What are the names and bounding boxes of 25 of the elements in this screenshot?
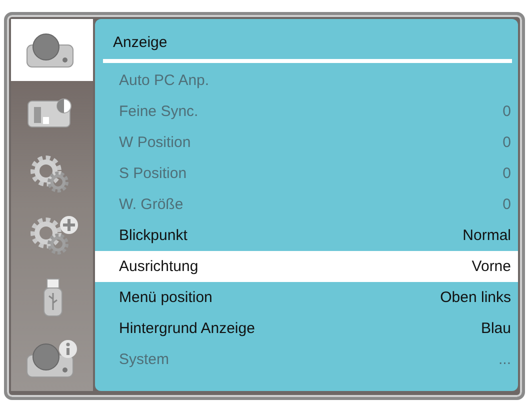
panel-title: Anzeige xyxy=(112,33,168,53)
row-label: Feine Sync. xyxy=(119,103,198,120)
row-value: Vorne xyxy=(472,258,511,275)
menu-row[interactable]: Hintergrund Anzeige Blau xyxy=(95,313,518,344)
menu-row[interactable]: Ausrichtung Vorne xyxy=(95,251,518,282)
row-value: 0 xyxy=(502,134,511,151)
row-label: S Position xyxy=(119,165,187,182)
menu-row[interactable]: Menü position Oben links xyxy=(95,282,518,313)
row-value: ... xyxy=(498,351,511,368)
row-value: Normal xyxy=(462,227,511,244)
row-value: Blau xyxy=(480,320,511,337)
row-label: System xyxy=(119,351,170,368)
menu-tab[interactable] xyxy=(11,19,93,81)
menu-row[interactable]: Blickpunkt Normal xyxy=(95,220,518,251)
row-label: Ausrichtung xyxy=(119,258,198,275)
row-label: Hintergrund Anzeige xyxy=(119,320,255,337)
row-value: Oben links xyxy=(440,289,511,306)
row-value: 0 xyxy=(502,196,511,213)
row-label: Blickpunkt xyxy=(119,227,188,244)
row-value: 0 xyxy=(502,103,511,120)
row-label: Auto PC Anp. xyxy=(119,72,210,89)
row-label: W Position xyxy=(119,134,191,151)
row-value: 0 xyxy=(502,165,511,182)
row-label: W. Größe xyxy=(119,196,184,213)
row-label: Menü position xyxy=(119,289,212,306)
